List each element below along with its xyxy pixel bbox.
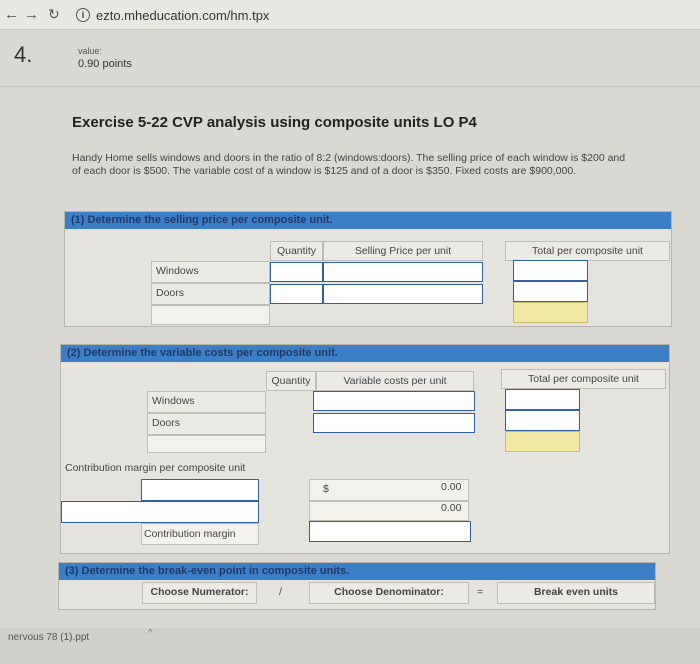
footer-file-name[interactable]: nervous 78 (1).ppt (8, 632, 89, 643)
part2-blank-cell (147, 435, 266, 453)
part1-heading: (1) Determine the selling price per comp… (65, 212, 671, 229)
part2-doors-cost-input[interactable] (313, 413, 475, 433)
cm-value-2: 0.00 (441, 502, 462, 514)
exercise-title: Exercise 5-22 CVP analysis using composi… (72, 114, 477, 131)
break-even-units-header: Break even units (497, 582, 655, 604)
divider (0, 86, 700, 87)
cm-value-1: 0.00 (441, 481, 462, 493)
part3-panel: (3) Determine the break-even point in co… (58, 562, 656, 610)
choose-numerator[interactable]: Choose Numerator: (142, 582, 257, 604)
reload-icon[interactable]: ↻ (48, 6, 60, 23)
divide-sign: / (279, 586, 282, 598)
address-bar[interactable]: i ezto.mheducation.com/hm.tpx (76, 5, 496, 25)
part2-col-quantity: Quantity (266, 371, 316, 391)
points-value: 0.90 points (78, 58, 132, 70)
back-icon[interactable]: ← (4, 6, 19, 23)
chevron-up-icon[interactable]: ^ (148, 628, 153, 639)
part1-col-quantity: Quantity (270, 241, 323, 261)
part2-panel: (2) Determine the variable costs per com… (60, 344, 670, 554)
cm-dollar-sign: $ (323, 483, 329, 495)
forward-icon[interactable]: → (24, 6, 39, 23)
url-text: ezto.mheducation.com/hm.tpx (96, 7, 270, 23)
part1-windows-price-input[interactable] (323, 262, 483, 282)
part1-col-total: Total per composite unit (505, 241, 670, 261)
taskbar (0, 628, 700, 664)
choose-denominator[interactable]: Choose Denominator: (309, 582, 469, 604)
part1-row-windows: Windows (151, 261, 270, 283)
part2-row-doors: Doors (147, 413, 266, 435)
part1-blank-cell (151, 305, 270, 325)
value-label: value: (78, 46, 103, 56)
exercise-description: Handy Home sells windows and doors in th… (72, 152, 626, 177)
part1-col-price: Selling Price per unit (323, 241, 483, 261)
part2-heading: (2) Determine the variable costs per com… (61, 345, 669, 362)
part2-col-cost: Variable costs per unit (316, 371, 474, 391)
contribution-margin-row: Contribution margin (144, 528, 236, 540)
equals-sign: = (477, 586, 484, 598)
part2-windows-total-input[interactable] (505, 389, 580, 410)
part1-doors-price-input[interactable] (323, 284, 483, 304)
part2-col-total: Total per composite unit (501, 369, 666, 389)
part2-windows-cost-input[interactable] (313, 391, 475, 411)
part2-doors-total-input[interactable] (505, 410, 580, 431)
part1-windows-total-input[interactable] (513, 260, 588, 281)
part2-composite-total-input[interactable] (505, 431, 580, 452)
contribution-margin-label: Contribution margin per composite unit (65, 462, 246, 474)
part2-row-windows: Windows (147, 391, 266, 413)
part1-composite-total-input[interactable] (513, 302, 588, 323)
part1-row-doors: Doors (151, 283, 270, 305)
browser-toolbar: ← → ↻ i ezto.mheducation.com/hm.tpx (0, 0, 700, 30)
part1-windows-quantity-input[interactable] (270, 262, 323, 282)
info-icon[interactable]: i (76, 8, 90, 22)
part1-panel: (1) Determine the selling price per comp… (64, 211, 672, 327)
cm-selling-price-input[interactable] (141, 479, 259, 501)
question-number: 4. (14, 42, 33, 67)
part1-doors-quantity-input[interactable] (270, 284, 323, 304)
cm-total-input[interactable] (309, 521, 471, 542)
part1-doors-total-input[interactable] (513, 281, 588, 302)
cm-variable-cost-input[interactable] (61, 501, 259, 523)
part3-heading: (3) Determine the break-even point in co… (59, 563, 655, 580)
